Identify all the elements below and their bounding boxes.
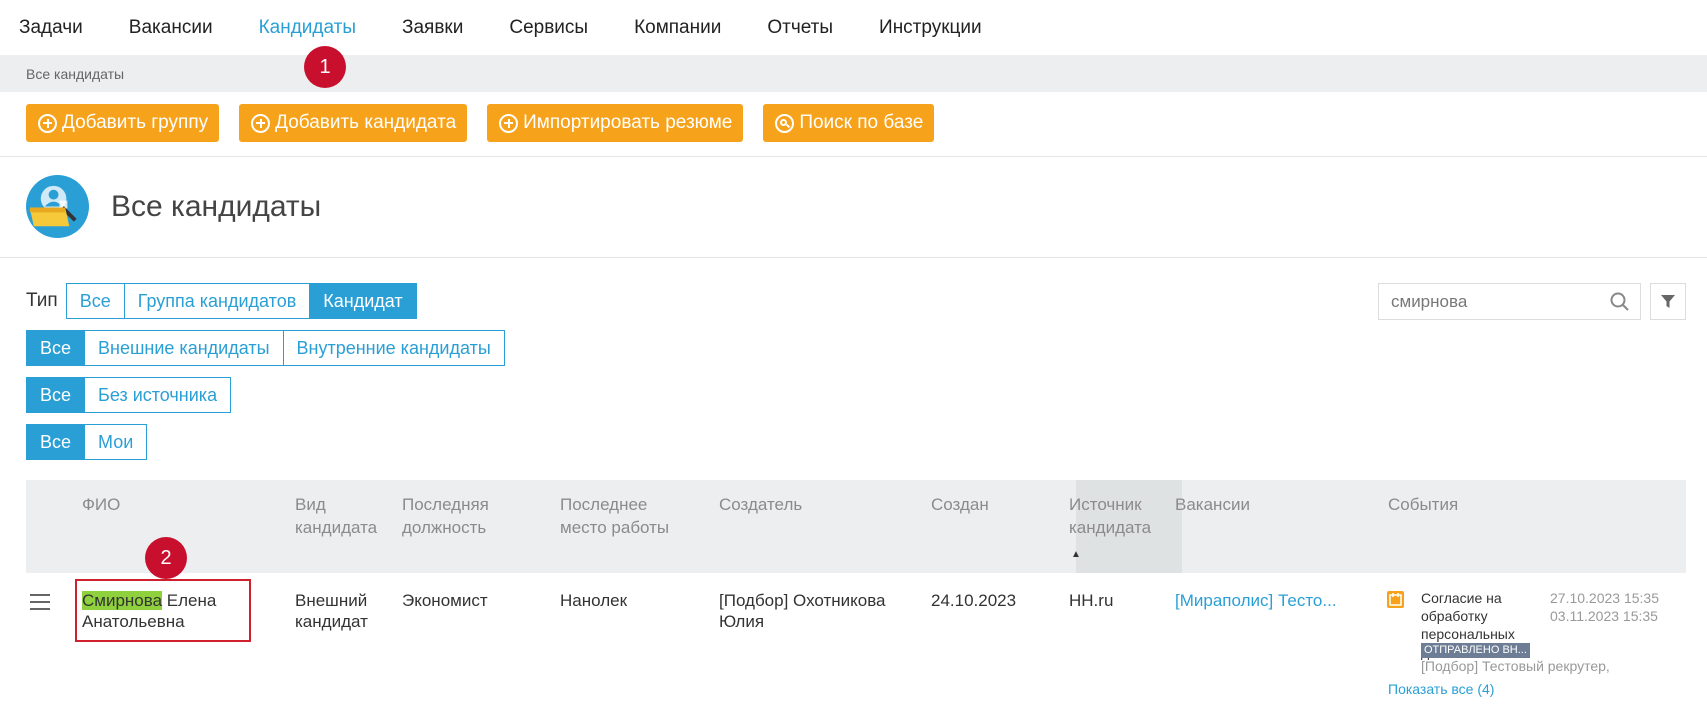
event-dates: 27.10.2023 15:35 03.11.2023 15:35 <box>1550 589 1659 625</box>
table-header: ФИО Вид кандидата Последняя должность По… <box>26 480 1686 573</box>
col-name[interactable]: ФИО <box>82 493 120 516</box>
type-all[interactable]: Все <box>65 283 125 319</box>
page-header: Все кандидаты <box>26 175 321 238</box>
col-source-line2: кандидата <box>1069 518 1152 537</box>
created-date: 24.10.2023 <box>931 591 1017 610</box>
add-group-label: Добавить группу <box>62 112 209 133</box>
kind-line1: Внешний <box>295 591 368 610</box>
event-title-line2: обработку <box>1421 608 1488 624</box>
annotation-marker-2: 2 <box>145 537 187 579</box>
last-workplace: Нанолек <box>560 591 628 610</box>
search-highlight: Смирнова <box>82 591 163 610</box>
plus-circle-icon <box>251 113 271 133</box>
col-position[interactable]: Последняя должность <box>402 493 489 539</box>
search-box <box>1378 283 1641 320</box>
nav-item-instructions[interactable]: Инструкции <box>879 17 982 39</box>
nav-item-services[interactable]: Сервисы <box>509 17 588 39</box>
name-line2: Анатольевна <box>82 612 185 631</box>
vacancy-link[interactable]: [Мираполис] Тесто... <box>1175 590 1337 611</box>
creator-line2: Юлия <box>719 612 765 631</box>
col-workplace-line1: Последнее <box>560 495 648 514</box>
import-resume-button[interactable]: Импортировать резюме <box>487 104 744 142</box>
search-icon[interactable] <box>1610 292 1630 312</box>
search-circle-icon <box>775 113 795 133</box>
kind-line2: кандидат <box>295 612 368 631</box>
nav-item-tasks[interactable]: Задачи <box>19 17 83 39</box>
kind-internal[interactable]: Внутренние кандидаты <box>282 330 505 366</box>
kind-all[interactable]: Все <box>26 330 86 366</box>
calendar-icon <box>1387 591 1404 608</box>
annotation-marker-1: 1 <box>304 46 346 88</box>
col-created[interactable]: Создан <box>931 493 989 516</box>
col-kind-line2: кандидата <box>295 518 378 537</box>
col-kind-line1: Вид <box>295 495 326 514</box>
event-date-end: 03.11.2023 15:35 <box>1550 608 1658 624</box>
owner-mine[interactable]: Мои <box>84 424 148 460</box>
kind-external[interactable]: Внешние кандидаты <box>84 330 284 366</box>
type-group[interactable]: Группа кандидатов <box>123 283 311 319</box>
funnel-icon <box>1661 294 1675 308</box>
col-workplace[interactable]: Последнее место работы <box>560 493 669 539</box>
candidate-source: HH.ru <box>1069 591 1114 610</box>
nav-item-candidates[interactable]: Кандидаты <box>259 17 356 39</box>
nav-item-vacancies[interactable]: Вакансии <box>129 17 213 39</box>
col-position-line1: Последняя <box>402 495 489 514</box>
col-creator[interactable]: Создатель <box>719 493 802 516</box>
add-candidate-label: Добавить кандидата <box>275 112 457 133</box>
nav-item-requests[interactable]: Заявки <box>402 17 463 39</box>
plus-circle-icon <box>38 113 57 133</box>
event-date-start: 27.10.2023 15:35 <box>1550 590 1659 606</box>
row-menu-icon[interactable] <box>30 594 50 615</box>
sort-asc-icon: ▲ <box>1071 549 1081 560</box>
col-source-line1: Источник <box>1069 495 1142 514</box>
page-title: Все кандидаты <box>111 189 322 223</box>
col-kind[interactable]: Вид кандидата <box>295 493 377 539</box>
candidate-kind: Внешний кандидат <box>295 590 368 632</box>
last-position: Экономист <box>402 591 488 610</box>
candidates-icon <box>26 175 89 238</box>
source-filter: Все Без источника <box>26 377 232 413</box>
source-none[interactable]: Без источника <box>84 377 232 413</box>
col-position-line2: должность <box>402 518 487 537</box>
import-resume-label: Импортировать резюме <box>523 112 733 133</box>
source-all[interactable]: Все <box>26 377 86 413</box>
name-rest: Елена <box>162 591 217 610</box>
creator: [Подбор] Охотникова Юлия <box>719 590 886 632</box>
action-toolbar: Добавить группу Добавить кандидата Импор… <box>26 104 954 142</box>
search-input[interactable] <box>1391 291 1601 312</box>
nav-item-reports[interactable]: Отчеты <box>767 17 833 39</box>
type-filter: Тип Все Группа кандидатов Кандидат <box>26 283 417 319</box>
col-workplace-line2: место работы <box>560 518 670 537</box>
type-candidate[interactable]: Кандидат <box>309 283 417 319</box>
breadcrumb-current[interactable]: Все кандидаты <box>26 66 124 82</box>
owner-filter: Все Мои <box>26 424 148 460</box>
owner-all[interactable]: Все <box>26 424 86 460</box>
breadcrumb: Все кандидаты <box>0 55 1707 92</box>
search-db-button[interactable]: Поиск по базе <box>763 104 935 142</box>
search-db-label: Поиск по базе <box>799 112 924 133</box>
type-filter-label: Тип <box>26 290 58 311</box>
add-candidate-button[interactable]: Добавить кандидата <box>239 104 468 142</box>
col-events[interactable]: События <box>1388 493 1458 516</box>
add-group-button[interactable]: Добавить группу <box>26 104 220 142</box>
col-source[interactable]: Источник кандидата <box>1069 493 1151 539</box>
show-all-link[interactable]: Показать все (4) <box>1388 681 1494 697</box>
status-badge: ОТПРАВЛЕНО ВН... <box>1421 643 1530 658</box>
kind-filter: Все Внешние кандидаты Внутренние кандида… <box>26 330 505 366</box>
creator-line1: [Подбор] Охотникова <box>719 591 886 610</box>
col-vacancies[interactable]: Вакансии <box>1175 493 1250 516</box>
event-title-line1: Согласие на <box>1421 590 1502 606</box>
top-nav: Задачи Вакансии Кандидаты Заявки Сервисы… <box>0 0 1707 55</box>
event-author: [Подбор] Тестовый рекрутер, <box>1421 658 1610 674</box>
plus-circle-icon <box>499 113 519 133</box>
nav-item-companies[interactable]: Компании <box>634 17 721 39</box>
divider <box>0 257 1707 258</box>
divider <box>0 156 1707 157</box>
candidate-name-link[interactable]: Смирнова Елена Анатольевна <box>82 590 216 632</box>
filter-button[interactable] <box>1650 283 1686 320</box>
